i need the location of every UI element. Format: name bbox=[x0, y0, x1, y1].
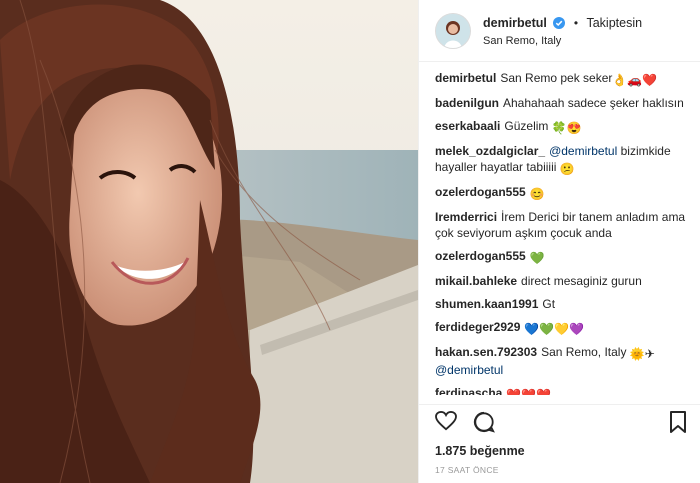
blue-heart-emoji-icon: 💙 bbox=[524, 322, 540, 336]
comment: eserkabaali Güzelim 🍀😍 bbox=[435, 118, 688, 136]
comment: Iremderrici İrem Derici bir tanem anladım… bbox=[435, 209, 688, 241]
clover-emoji-icon: 🍀 bbox=[551, 121, 567, 135]
smile-emoji-icon: 😊 bbox=[529, 187, 545, 201]
comments-list[interactable]: demirbetul San Remo pek seker👌🚗❤️ badenil… bbox=[435, 70, 688, 395]
avatar[interactable] bbox=[435, 12, 471, 49]
comment-username[interactable]: ferdideger2929 bbox=[435, 320, 520, 334]
comment-username[interactable]: badenilgun bbox=[435, 96, 499, 110]
comment-text: San Remo pek seker bbox=[500, 71, 613, 85]
sun-emoji-icon: 🌞 bbox=[629, 347, 645, 361]
action-bar bbox=[435, 411, 692, 439]
comment: ferdipascha ❤️❤️❤️ bbox=[435, 385, 688, 395]
divider bbox=[418, 404, 700, 405]
heart-icon: ❤️ bbox=[506, 388, 522, 395]
comment-username[interactable]: mikail.bahleke bbox=[435, 274, 517, 288]
comment: mikail.bahleke direct mesaginiz gurun bbox=[435, 273, 688, 289]
comment-text: Gt bbox=[542, 297, 556, 311]
mention-link[interactable]: @demirbetul bbox=[549, 144, 617, 158]
comment: ferdideger2929 💙💚💛💜 bbox=[435, 319, 688, 337]
post-header: demirbetul • Takiptesin San Remo, Italy bbox=[419, 0, 700, 62]
green-heart-emoji-icon: 💚 bbox=[539, 322, 555, 336]
comment-username[interactable]: eserkabaali bbox=[435, 119, 500, 133]
comment-text: San Remo, Italy bbox=[541, 345, 627, 359]
comment-username[interactable]: ferdipascha bbox=[435, 386, 502, 395]
post-timestamp[interactable]: 17 SAAT ÖNCE bbox=[435, 465, 499, 475]
verified-icon bbox=[553, 15, 566, 29]
bookmark-icon[interactable] bbox=[670, 411, 686, 433]
comment-username[interactable]: hakan.sen.792303 bbox=[435, 345, 537, 359]
instagram-post: demirbetul • Takiptesin San Remo, Italy … bbox=[0, 0, 700, 483]
comment: demirbetul San Remo pek seker👌🚗❤️ bbox=[435, 70, 688, 88]
heart-icon: ❤️ bbox=[642, 73, 658, 87]
location-link[interactable]: San Remo, Italy bbox=[483, 35, 642, 49]
thinking-emoji-icon: 😕 bbox=[559, 162, 575, 176]
heart-icon[interactable] bbox=[435, 411, 457, 431]
purple-heart-emoji-icon: 💜 bbox=[569, 322, 585, 336]
post-photo[interactable] bbox=[0, 0, 418, 483]
car-emoji-icon: 🚗 bbox=[627, 73, 643, 87]
comment-text: Güzelim bbox=[504, 119, 549, 133]
username[interactable]: demirbetul bbox=[483, 16, 547, 30]
comment: ozelerdogan555 💚 bbox=[435, 248, 688, 266]
post-sidebar: demirbetul • Takiptesin San Remo, Italy … bbox=[418, 0, 700, 483]
green-heart-emoji-icon: 💚 bbox=[529, 251, 545, 265]
separator-dot: • bbox=[573, 15, 579, 30]
comment-username[interactable]: shumen.kaan1991 bbox=[435, 297, 538, 311]
yellow-heart-emoji-icon: 💛 bbox=[554, 322, 570, 336]
heart-icon: ❤️ bbox=[536, 388, 552, 395]
comment-icon[interactable] bbox=[473, 411, 495, 433]
comment-username[interactable]: melek_ozdalgiclar_ bbox=[435, 144, 545, 158]
comment-username[interactable]: Iremderrici bbox=[435, 210, 497, 224]
airplane-emoji-icon: ✈ bbox=[644, 347, 655, 361]
comment: ozelerdogan555 😊 bbox=[435, 184, 688, 202]
mention-link[interactable]: @demirbetul bbox=[435, 363, 503, 377]
comment: badenilgun Ahahahaah sadece şeker haklısı… bbox=[435, 95, 688, 111]
comment-username[interactable]: ozelerdogan555 bbox=[435, 249, 526, 263]
comment: hakan.sen.792303 San Remo, Italy 🌞✈ @demir… bbox=[435, 344, 688, 378]
comment: shumen.kaan1991 Gt bbox=[435, 296, 688, 312]
heart-eyes-emoji-icon: 😍 bbox=[566, 121, 582, 135]
comment-text: direct mesaginiz gurun bbox=[521, 274, 642, 288]
ok-hand-emoji-icon: 👌 bbox=[612, 73, 628, 87]
comment: melek_ozdalgiclar_ @demirbetul bizimkide … bbox=[435, 143, 688, 177]
likes-count[interactable]: 1.875 beğenme bbox=[435, 444, 525, 458]
comment-username[interactable]: demirbetul bbox=[435, 71, 496, 85]
heart-icon: ❤️ bbox=[521, 388, 537, 395]
comment-text: Ahahahaah sadece şeker haklısın bbox=[503, 96, 684, 110]
follow-status[interactable]: Takiptesin bbox=[586, 16, 642, 30]
comment-username[interactable]: ozelerdogan555 bbox=[435, 185, 526, 199]
